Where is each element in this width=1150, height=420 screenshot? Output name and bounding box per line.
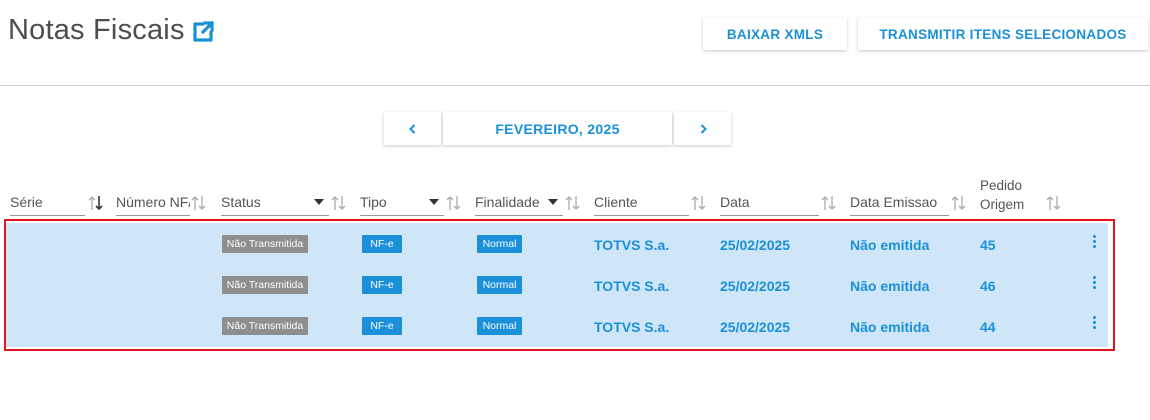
dropdown-arrow-icon[interactable] [548,199,558,205]
row-menu-icon[interactable] [1091,276,1097,292]
sort-icon[interactable] [690,194,708,212]
data-cell: 25/02/2025 [720,319,791,335]
page-header: Notas Fiscais BAIXAR XMLS TRANSMITIR ITE… [0,0,1150,86]
column-header-serie[interactable]: Série [10,194,85,216]
sort-icon[interactable] [1045,194,1063,212]
column-header-status[interactable]: Status [221,194,329,216]
table-row[interactable]: Não Transmitida NF-e Normal TOTVS S.a. 2… [0,306,1150,346]
column-header-pedido-line1: Pedido [980,178,1023,193]
sort-icon[interactable] [820,194,838,212]
row-menu-icon[interactable] [1091,316,1097,332]
dropdown-arrow-icon[interactable] [429,199,439,205]
column-header-tipo[interactable]: Tipo [360,194,444,216]
data-emissao-cell: Não emitida [850,278,930,294]
sort-icon[interactable] [445,194,463,212]
status-badge: Não Transmitida [222,317,308,335]
page-title: Notas Fiscais [8,14,185,46]
dropdown-arrow-icon[interactable] [314,199,324,205]
status-badge: Não Transmitida [222,276,308,294]
pedido-origem-cell: 45 [980,237,996,253]
column-header-pedido-line2: Origem [980,197,1025,212]
next-month-button[interactable] [674,112,731,145]
data-emissao-cell: Não emitida [850,237,930,253]
sort-icon[interactable] [330,194,348,212]
cliente-cell: TOTVS S.a. [594,319,670,335]
column-header-data[interactable]: Data [720,194,819,216]
status-badge: Não Transmitida [222,235,308,253]
sort-icon[interactable] [190,194,208,212]
column-header-numero[interactable]: Número NF/Item [116,194,190,216]
sort-icon[interactable] [950,194,968,212]
tipo-badge: NF-e [362,276,402,294]
cliente-cell: TOTVS S.a. [594,237,670,253]
table-row[interactable]: Não Transmitida NF-e Normal TOTVS S.a. 2… [0,225,1150,265]
tipo-badge: NF-e [362,235,402,253]
tipo-badge: NF-e [362,317,402,335]
column-header-cliente[interactable]: Cliente [594,194,689,216]
data-emissao-cell: Não emitida [850,319,930,335]
column-header-data-emissao[interactable]: Data Emissao [850,194,949,216]
row-menu-icon[interactable] [1091,235,1097,251]
download-xmls-button[interactable]: BAIXAR XMLS [703,18,847,50]
finalidade-badge: Normal [477,276,522,294]
sort-icon[interactable] [564,194,582,212]
pedido-origem-cell: 44 [980,319,996,335]
column-header-finalidade[interactable]: Finalidade [475,194,563,216]
table-row[interactable]: Não Transmitida NF-e Normal TOTVS S.a. 2… [0,265,1150,305]
cliente-cell: TOTVS S.a. [594,278,670,294]
pedido-origem-cell: 46 [980,278,996,294]
prev-month-button[interactable] [384,112,441,145]
finalidade-badge: Normal [477,235,522,253]
data-cell: 25/02/2025 [720,237,791,253]
open-external-icon[interactable] [191,20,215,44]
finalidade-badge: Normal [477,317,522,335]
sort-icon[interactable] [87,194,105,212]
chevron-left-icon [408,123,415,134]
transmit-selected-button[interactable]: TRANSMITIR ITENS SELECIONADOS [858,18,1148,50]
data-cell: 25/02/2025 [720,278,791,294]
column-header-pedido-origem[interactable]: Pedido Origem [980,176,1024,214]
current-month-label: FEVEREIRO, 2025 [443,112,672,145]
chevron-right-icon [700,123,707,134]
